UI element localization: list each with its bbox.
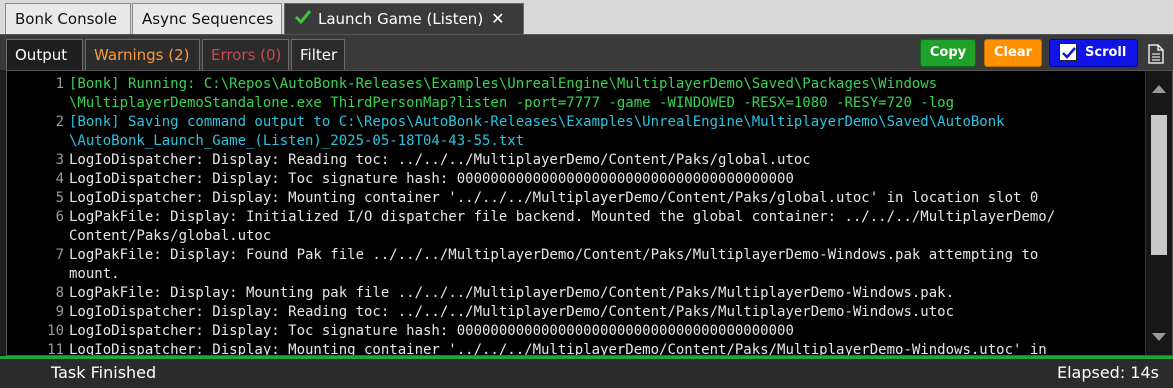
console-lines: 1 [Bonk] Running: C:\Repos\AutoBonk-Relea… — [7, 75, 1145, 356]
line-text: LogPakFile: Display: Mounting pak file .… — [69, 285, 955, 301]
vertical-scrollbar[interactable] — [1145, 71, 1172, 355]
scroll-label: Scroll — [1085, 45, 1127, 60]
top-tab-strip: Bonk Console Async Sequences Launch Game… — [0, 0, 1173, 34]
line-number: 8 — [55, 285, 64, 301]
line-number: 11 — [47, 342, 64, 356]
line-text: \AutoBonk_Launch_Game_(Listen)_2025-05-1… — [69, 133, 525, 149]
line-text: LogPakFile: Display: Found Pak file ../.… — [69, 247, 1039, 263]
line-text: LogIoDispatcher: Display: Reading toc: .… — [69, 152, 811, 168]
line-text: LogIoDispatcher: Display: Mounting conta… — [69, 342, 1047, 356]
tab-errors[interactable]: Errors (0) — [202, 39, 289, 71]
line-text: LogIoDispatcher: Display: Toc signature … — [69, 171, 794, 187]
scroll-checkbox[interactable] — [1059, 42, 1077, 61]
status-bar: Task Finished Elapsed: 14s — [0, 356, 1173, 388]
scroll-down-arrow-icon[interactable] — [1152, 333, 1166, 341]
console-line: 1 [Bonk] Running: C:\Repos\AutoBonk-Relea… — [7, 75, 1145, 94]
console-line: mount. — [7, 265, 1145, 284]
console-line: 10 LogIoDispatcher: Display: Toc signatur… — [7, 322, 1145, 341]
console-line: 8 LogPakFile: Display: Mounting pak file … — [7, 284, 1145, 303]
status-text: Task Finished — [51, 363, 157, 382]
check-icon — [294, 5, 312, 35]
tab-label: Bonk Console — [15, 10, 117, 28]
console-line: 2 [Bonk] Saving command output to C:\Repo… — [7, 113, 1145, 132]
elapsed-time: Elapsed: 14s — [1056, 363, 1159, 382]
console-line: 6 LogPakFile: Display: Initialized I/O di… — [7, 208, 1145, 227]
tab-label: Async Sequences — [142, 10, 274, 28]
scroll-toggle-button[interactable]: Scroll — [1049, 39, 1138, 67]
tab-warnings[interactable]: Warnings (2) — [85, 39, 200, 71]
line-number — [7, 265, 69, 284]
line-number: 2 — [55, 114, 64, 130]
line-number: 6 — [55, 209, 64, 225]
line-text: LogIoDispatcher: Display: Toc signature … — [69, 323, 794, 339]
line-number: 5 — [55, 190, 64, 206]
console-line: 11 LogIoDispatcher: Display: Mounting con… — [7, 341, 1145, 356]
line-number — [7, 94, 69, 113]
line-number: 7 — [55, 247, 64, 263]
line-text: \MultiplayerDemoStandalone.exe ThirdPers… — [69, 95, 955, 111]
line-number: 3 — [55, 152, 64, 168]
line-number: 4 — [55, 171, 64, 187]
tab-label: Launch Game (Listen) — [318, 10, 484, 28]
tab-output[interactable]: Output — [6, 39, 83, 71]
tab-filter[interactable]: Filter — [291, 39, 345, 71]
clear-button[interactable]: Clear — [984, 39, 1042, 67]
line-number: 10 — [47, 323, 64, 339]
close-icon[interactable]: ✕ — [491, 4, 504, 34]
console-line: Content/Paks/global.utoc — [7, 227, 1145, 246]
console-line: 4 LogIoDispatcher: Display: Toc signature… — [7, 170, 1145, 189]
console-line: 5 LogIoDispatcher: Display: Mounting cont… — [7, 189, 1145, 208]
tab-async-sequences[interactable]: Async Sequences — [132, 3, 282, 34]
line-text: [Bonk] Saving command output to C:\Repos… — [69, 114, 1005, 130]
check-icon — [1062, 46, 1076, 59]
line-text: LogPakFile: Display: Initialized I/O dis… — [69, 209, 1056, 225]
line-text: [Bonk] Running: C:\Repos\AutoBonk-Releas… — [69, 76, 938, 92]
output-toolbar: Output Warnings (2) Errors (0) Filter Co… — [0, 34, 1173, 71]
line-text: mount. — [69, 266, 120, 282]
scrollbar-thumb[interactable] — [1151, 115, 1167, 255]
console-line: \AutoBonk_Launch_Game_(Listen)_2025-05-1… — [7, 132, 1145, 151]
line-number — [7, 227, 69, 246]
tab-bonk-console[interactable]: Bonk Console — [5, 3, 131, 34]
scroll-up-arrow-icon[interactable] — [1152, 85, 1166, 93]
console-line: 3 LogIoDispatcher: Display: Reading toc: … — [7, 151, 1145, 170]
document-icon[interactable] — [1148, 44, 1164, 68]
console-output[interactable]: 1 [Bonk] Running: C:\Repos\AutoBonk-Relea… — [6, 70, 1173, 356]
console-line: \MultiplayerDemoStandalone.exe ThirdPers… — [7, 94, 1145, 113]
line-number: 9 — [55, 304, 64, 320]
console-line: 9 LogIoDispatcher: Display: Reading toc: … — [7, 303, 1145, 322]
line-text: LogIoDispatcher: Display: Reading toc: .… — [69, 304, 955, 320]
line-number: 1 — [55, 76, 64, 92]
line-number — [7, 132, 69, 151]
line-text: LogIoDispatcher: Display: Mounting conta… — [69, 190, 1039, 206]
tab-launch-game-listen[interactable]: Launch Game (Listen) ✕ — [284, 3, 524, 34]
line-text: Content/Paks/global.utoc — [69, 228, 272, 244]
console-line: 7 LogPakFile: Display: Found Pak file ../… — [7, 246, 1145, 265]
copy-button[interactable]: Copy — [920, 39, 976, 67]
